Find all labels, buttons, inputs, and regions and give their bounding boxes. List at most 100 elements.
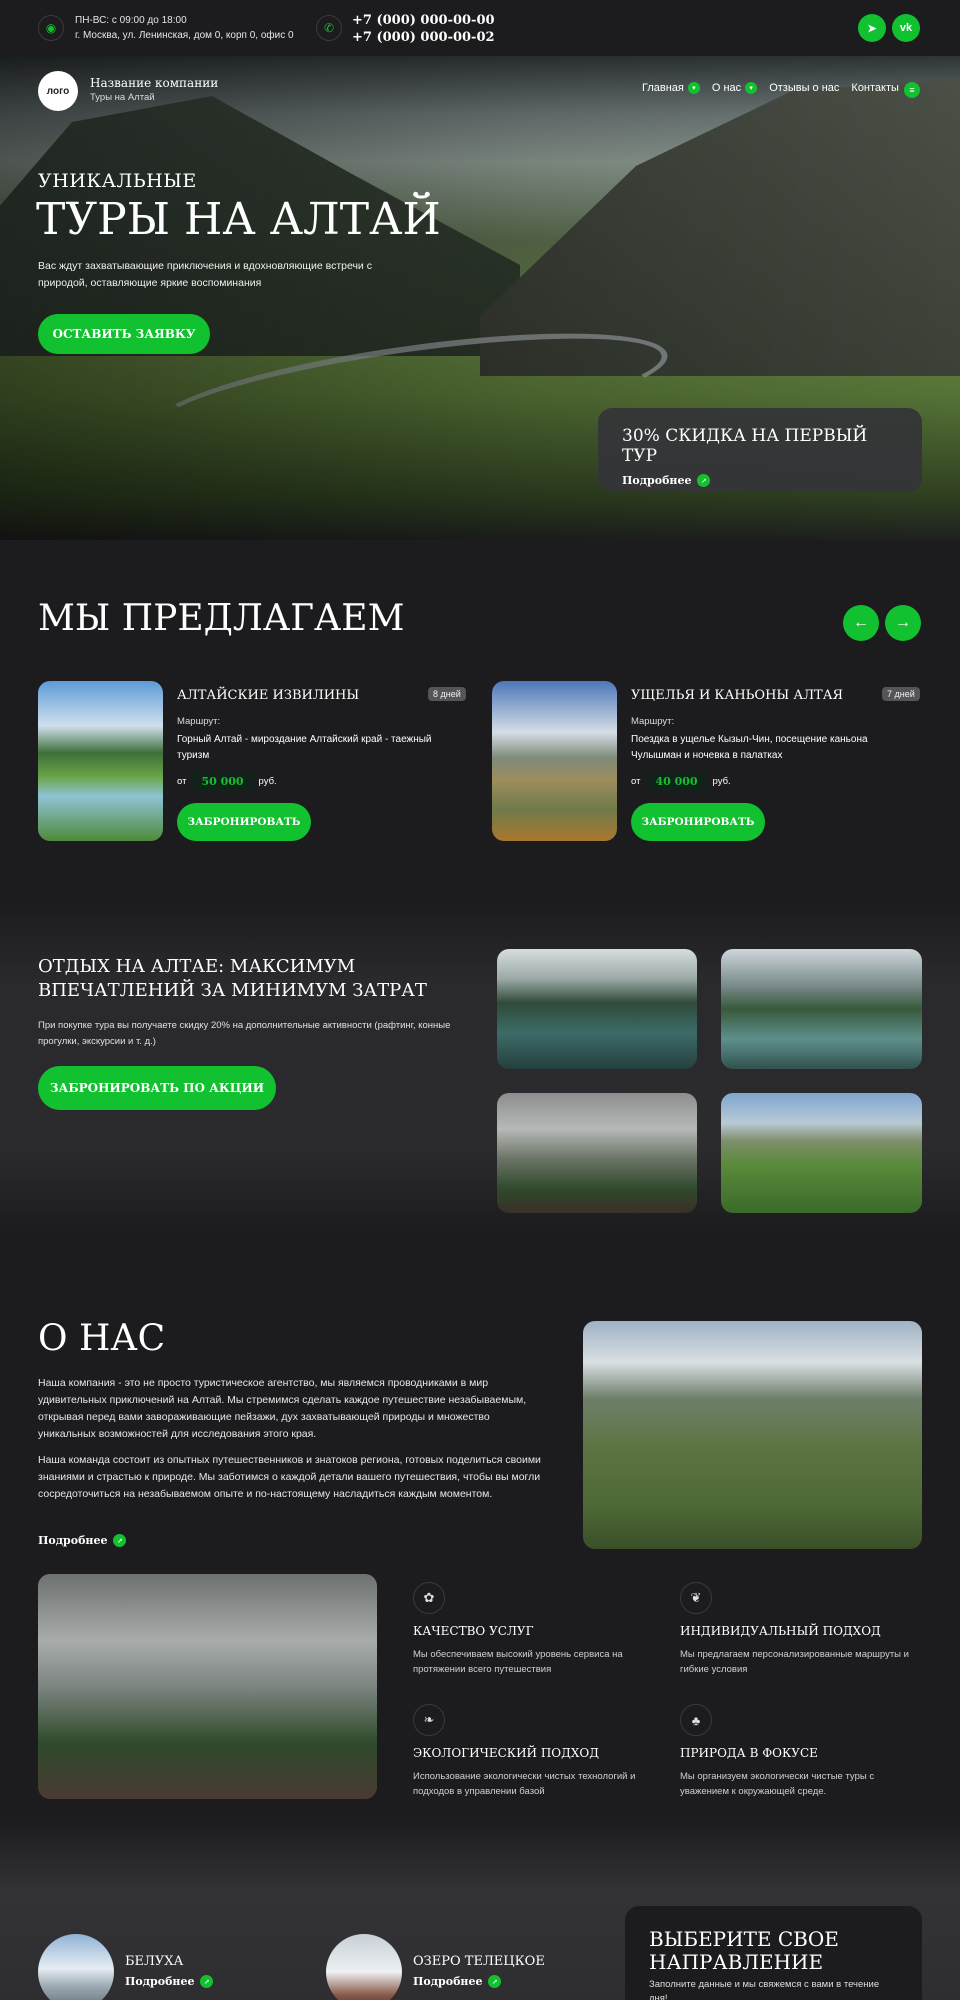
offer-price-row-2: от 40 000 руб.	[631, 772, 731, 791]
phone-2[interactable]: +7 (000) 000-00-02	[352, 29, 495, 46]
about-more-link[interactable]: Подробнее ↗	[38, 1534, 127, 1547]
arrow-left-icon[interactable]: ←	[843, 605, 879, 641]
direction-more-label-1: Подробнее	[125, 1975, 195, 1988]
feature-text-4: Мы организуем экологически чистые туры с…	[680, 1771, 875, 1797]
phone-1[interactable]: +7 (000) 000-00-00	[352, 12, 495, 29]
nav-home[interactable]: Главная ▾	[642, 82, 700, 94]
promo-title: 30% СКИДКА НА ПЕРВЫЙ ТУР	[622, 426, 868, 466]
offer-price-row-1: от 50 000 руб.	[177, 772, 277, 791]
promo-card[interactable]: 30% СКИДКА НА ПЕРВЫЙ ТУР Подробнее ↗	[598, 408, 922, 492]
about-image-woman[interactable]	[583, 1321, 922, 1549]
nav-about-label: О нас	[711, 82, 742, 94]
company-name: Название компании	[90, 76, 219, 90]
working-hours: ПН-ВС: с 09:00 до 18:00	[75, 15, 187, 26]
offer-days-2: 7 дней	[882, 687, 920, 701]
offer-price-2: 40 000	[646, 772, 707, 791]
offer-route-2: Поездка в ущелье Кызыл-Чин, посещение ка…	[631, 734, 868, 761]
about-paragraph-1: Наша компания - это не просто туристичес…	[38, 1377, 527, 1440]
nav-contacts-label: Контакты	[851, 82, 899, 94]
leave-request-button[interactable]: ОСТАВИТЬ ЗАЯВКУ	[38, 314, 210, 354]
feature-text-2: Мы предлагаем персонализированные маршру…	[680, 1649, 909, 1675]
price-prefix: от	[177, 776, 187, 787]
offer-route-label-1: Маршрут:	[177, 716, 221, 727]
price-prefix: от	[631, 776, 641, 787]
direction-image-teletskoye[interactable]	[326, 1934, 402, 2000]
nav-contacts[interactable]: Контакты	[851, 82, 899, 94]
direction-title-2: ОЗЕРО ТЕЛЕЦКОЕ	[413, 1954, 545, 1969]
direction-form-card: ВЫБЕРИТЕ СВОЕ НАПРАВЛЕНИЕ Заполните данн…	[625, 1906, 922, 2000]
offer-price-1: 50 000	[192, 772, 253, 791]
form-title-line-1: ВЫБЕРИТЕ СВОЕ	[649, 1927, 839, 1951]
hero-kicker: УНИКАЛЬНЫЕ	[38, 170, 197, 192]
price-currency: руб.	[258, 776, 277, 787]
deal-text: При покупке тура вы получаете скидку 20%…	[38, 1020, 451, 1047]
offer-route-label-2: Маршрут:	[631, 716, 675, 727]
arrow-right-icon[interactable]: →	[885, 605, 921, 641]
offer-route-1: Горный Алтай - мироздание Алтайский край…	[177, 734, 432, 761]
feature-text-3: Использование экологически чистых технол…	[413, 1771, 636, 1797]
about-paragraph-2: Наша команда состоит из опытных путешест…	[38, 1454, 541, 1500]
offer-title-1: АЛТАЙСКИЕ ИЗВИЛИНЫ	[177, 688, 360, 703]
company-tagline: Туры на Алтай	[90, 92, 155, 103]
offer-image-1[interactable]	[38, 681, 163, 841]
nav-reviews-label: Отзывы о нас	[769, 82, 840, 94]
about-more-label: Подробнее	[38, 1534, 108, 1547]
main-nav: Главная ▾ О нас ▾ Отзывы о нас Контакты	[642, 82, 899, 94]
chevron-down-icon: ▾	[745, 82, 758, 94]
deal-title: ОТДЫХ НА АЛТАЕ: МАКСИМУМ ВПЕЧАТЛЕНИЙ ЗА …	[38, 955, 427, 1003]
gallery-image-road[interactable]	[721, 1093, 922, 1213]
offers-title: МЫ ПРЕДЛАГАЕМ	[38, 598, 405, 639]
feature-title-3: ЭКОЛОГИЧЕСКИЙ ПОДХОД	[413, 1746, 600, 1760]
direction-image-belukha[interactable]	[38, 1934, 114, 2000]
feature-title-4: ПРИРОДА В ФОКУСЕ	[680, 1746, 818, 1760]
logo[interactable]: лого	[38, 71, 78, 111]
direction-more-link-1[interactable]: Подробнее ↗	[125, 1975, 214, 1988]
form-title: ВЫБЕРИТЕ СВОЕ НАПРАВЛЕНИЕ	[649, 1928, 898, 1974]
phone-icon: ✆	[316, 15, 342, 41]
offer-days-1: 8 дней	[428, 687, 466, 701]
gallery-image-gazebo[interactable]	[497, 949, 697, 1069]
offer-image-2[interactable]	[492, 681, 617, 841]
gallery-image-lake[interactable]	[721, 949, 922, 1069]
price-currency: руб.	[712, 776, 731, 787]
arrow-up-right-icon: ↗	[113, 1534, 127, 1547]
quality-icon: ✿	[413, 1582, 445, 1614]
vk-label: vk	[899, 22, 913, 34]
menu-icon[interactable]: ≡	[904, 82, 920, 98]
company-block: Название компании Туры на Алтай	[90, 76, 218, 103]
form-title-line-2: НАПРАВЛЕНИЕ	[649, 1950, 824, 1974]
gallery-image-fog[interactable]	[497, 1093, 697, 1213]
direction-more-link-2[interactable]: Подробнее ↗	[413, 1975, 502, 1988]
nav-home-label: Главная	[642, 82, 684, 94]
feature-title-2: ИНДИВИДУАЛЬНЫЙ ПОДХОД	[680, 1624, 881, 1638]
telegram-icon[interactable]: ➤	[858, 14, 886, 42]
hands-icon: ❦	[680, 1582, 712, 1614]
deal-title-line-2: ВПЕЧАТЛЕНИЙ ЗА МИНИМУМ ЗАТРАТ	[38, 980, 427, 1001]
address: г. Москва, ул. Ленинская, дом 0, корп 0,…	[75, 30, 294, 41]
promo-more-label: Подробнее	[622, 474, 692, 487]
offer-title-2: УЩЕЛЬЯ И КАНЬОНЫ АЛТАЯ	[631, 688, 844, 703]
book-promo-button[interactable]: ЗАБРОНИРОВАТЬ ПО АКЦИИ	[38, 1066, 276, 1110]
nav-about[interactable]: О нас ▾	[711, 82, 758, 94]
hero-subtitle: Вас ждут захватывающие приключения и вдо…	[38, 260, 372, 289]
nav-reviews[interactable]: Отзывы о нас	[769, 82, 839, 94]
book-button-2[interactable]: ЗАБРОНИРОВАТЬ	[631, 803, 765, 841]
phones: +7 (000) 000-00-00 +7 (000) 000-00-02	[352, 12, 495, 46]
direction-more-label-2: Подробнее	[413, 1975, 483, 1988]
eco-icon: ❧	[413, 1704, 445, 1736]
promo-more-link[interactable]: Подробнее ↗	[622, 474, 898, 487]
book-button-1[interactable]: ЗАБРОНИРОВАТЬ	[177, 803, 311, 841]
vk-button[interactable]: vk	[892, 14, 920, 42]
hero-title: ТУРЫ НА АЛТАЙ	[36, 194, 441, 245]
arrow-up-right-icon: ↗	[697, 474, 711, 487]
about-image-forest[interactable]	[38, 1574, 377, 1799]
contact-info: ПН-ВС: с 09:00 до 18:00 г. Москва, ул. Л…	[75, 13, 294, 43]
feature-text-1: Мы обеспечиваем высокий уровень сервиса …	[413, 1649, 623, 1675]
deal-title-line-1: ОТДЫХ НА АЛТАЕ: МАКСИМУМ	[38, 956, 356, 977]
feature-title-1: КАЧЕСТВО УСЛУГ	[413, 1624, 534, 1638]
chevron-down-icon: ▾	[687, 82, 700, 94]
arrow-up-right-icon: ↗	[200, 1975, 214, 1988]
location-icon: ◉	[38, 15, 64, 41]
direction-title-1: БЕЛУХА	[125, 1954, 184, 1969]
about-title: О НАС	[38, 1318, 166, 1359]
